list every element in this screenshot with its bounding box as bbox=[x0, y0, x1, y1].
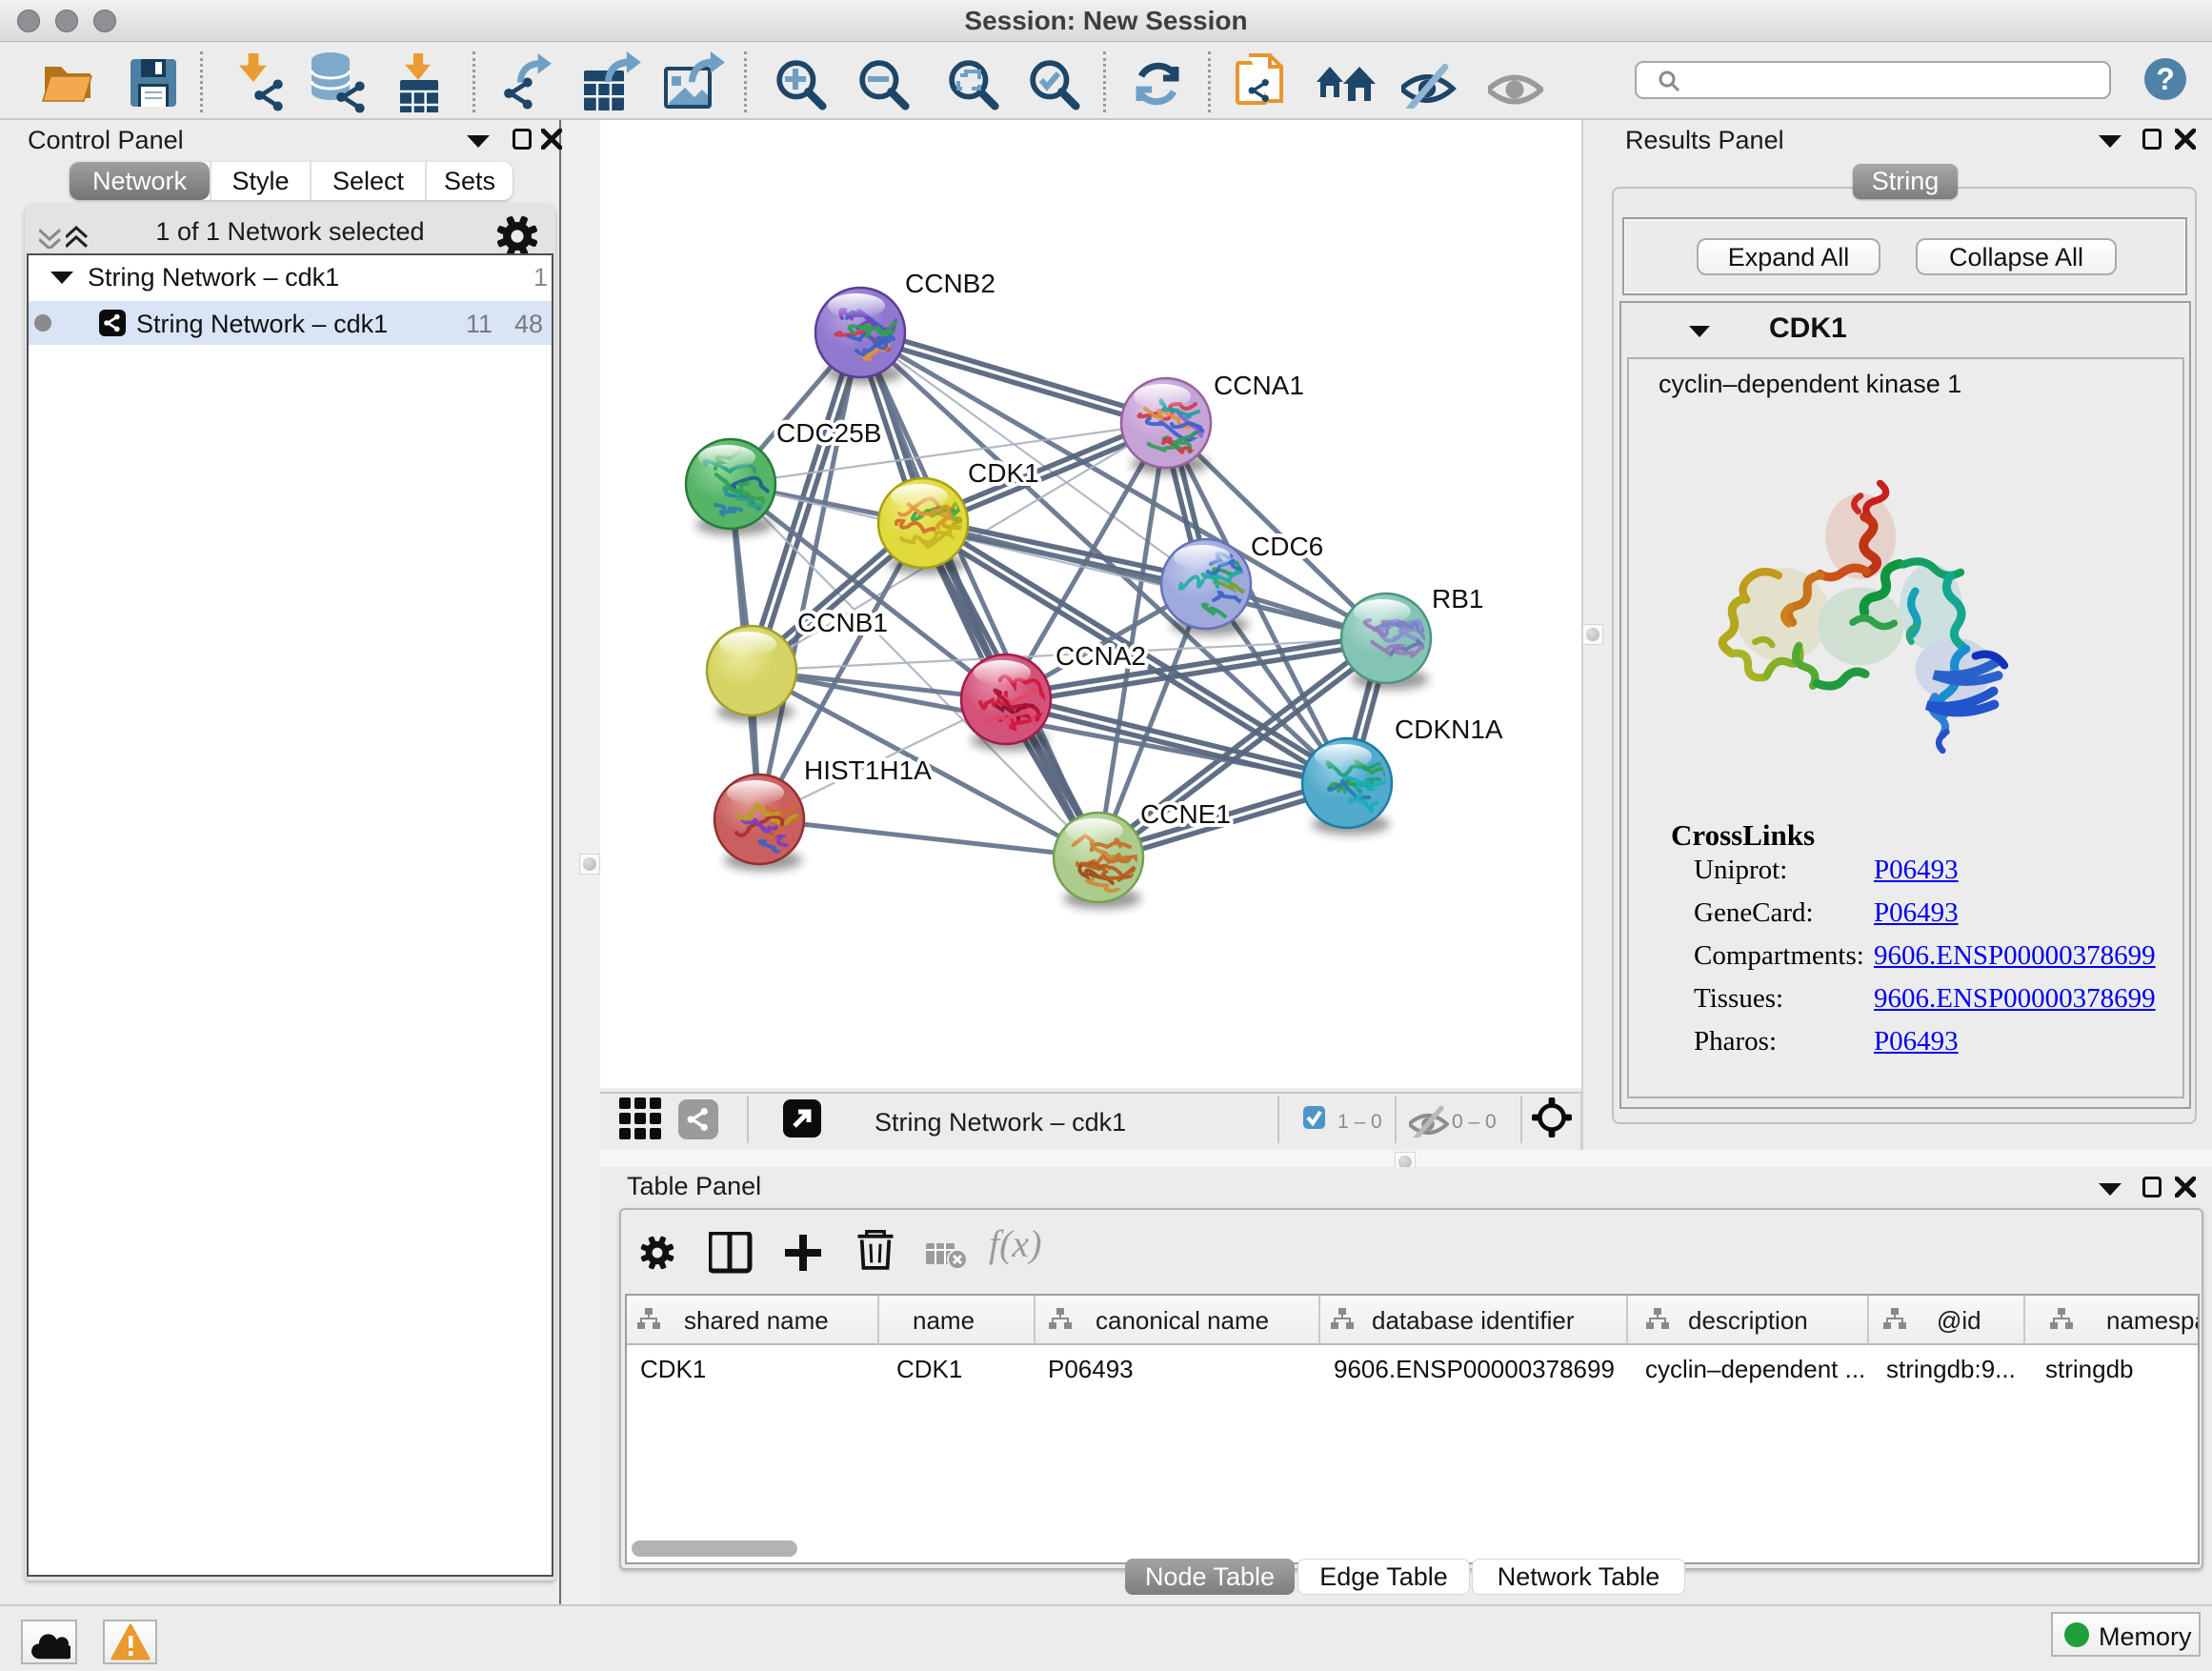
svg-text:CCNE1: CCNE1 bbox=[1140, 799, 1231, 829]
svg-text:CCNB1: CCNB1 bbox=[797, 608, 888, 637]
svg-text:?: ? bbox=[2156, 62, 2175, 96]
svg-text:CDK1: CDK1 bbox=[968, 458, 1039, 488]
svg-text:CDKN1A: CDKN1A bbox=[1395, 715, 1503, 744]
svg-text:CDC25B: CDC25B bbox=[776, 418, 881, 448]
svg-text:CCNB2: CCNB2 bbox=[905, 269, 995, 298]
svg-text:HIST1H1A: HIST1H1A bbox=[804, 755, 932, 785]
svg-text:RB1: RB1 bbox=[1432, 584, 1483, 614]
svg-text:CCNA1: CCNA1 bbox=[1214, 371, 1304, 400]
svg-text:CCNA2: CCNA2 bbox=[1056, 641, 1146, 671]
svg-text:CDC6: CDC6 bbox=[1251, 532, 1323, 561]
